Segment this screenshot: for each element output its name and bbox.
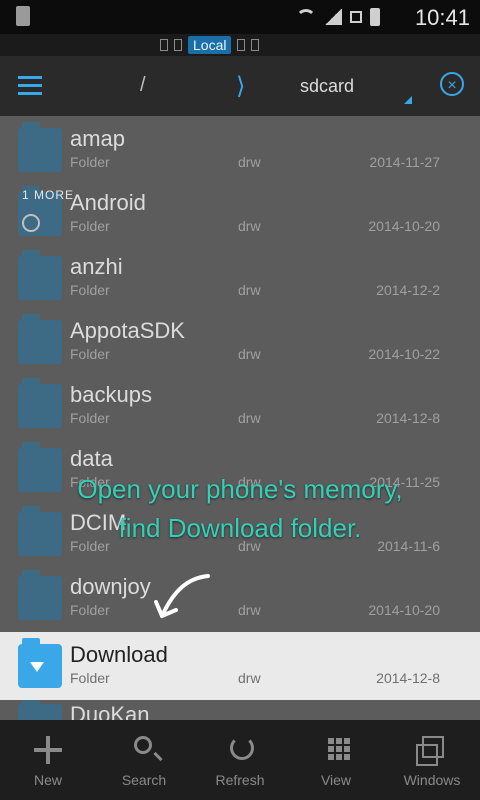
plus-icon (34, 736, 62, 764)
refresh-button[interactable]: Refresh (192, 720, 288, 800)
path-toolbar: / ⟩ sdcard × (0, 56, 480, 118)
folder-icon (18, 250, 62, 300)
file-date: 2014-12-8 (376, 410, 440, 426)
device-icon[interactable] (237, 39, 246, 51)
status-bar: 10:41 (0, 0, 480, 34)
search-button[interactable]: Search (96, 720, 192, 800)
signal-icon (324, 9, 342, 25)
file-row[interactable]: amap Folder drw 2014-11-27 (0, 116, 480, 180)
new-label: New (33, 772, 62, 788)
status-time: 10:41 (414, 5, 470, 30)
file-date: 2014-10-22 (368, 346, 440, 362)
side-label: 1 MORE (22, 188, 75, 202)
hint-line-2: find Download folder. (118, 513, 362, 543)
close-icon[interactable]: × (440, 72, 464, 96)
file-date: 2014-11-27 (369, 154, 440, 170)
file-name: Download (70, 642, 168, 667)
location-local-tab[interactable]: Local (188, 36, 232, 54)
folder-icon (18, 570, 62, 620)
menu-icon[interactable] (18, 76, 42, 95)
windows-label: Windows (403, 772, 461, 788)
windows-icon (416, 736, 444, 766)
file-type: Folder (70, 282, 110, 298)
search-label: Search (121, 772, 167, 788)
file-name: downjoy (70, 574, 151, 599)
path-separator: ⟩ (236, 73, 246, 100)
file-row[interactable]: backups Folder drw 2014-12-8 (0, 372, 480, 436)
file-name: DuoKan (70, 702, 150, 720)
folder-icon (18, 314, 62, 364)
download-arrow-icon (30, 662, 44, 672)
network-icon[interactable] (251, 39, 260, 51)
current-path[interactable]: sdcard (300, 76, 354, 97)
file-date: 2014-10-20 (368, 602, 440, 618)
download-folder-row[interactable]: Download Folder drw 2014-12-8 (0, 632, 480, 700)
refresh-label: Refresh (215, 772, 265, 788)
file-name: AppotaSDK (70, 318, 185, 343)
folder-icon (18, 378, 62, 428)
file-permission: drw (238, 154, 261, 170)
file-date: 2014-12-8 (376, 670, 440, 686)
file-name: data (70, 446, 113, 471)
location-switcher[interactable]: Local (160, 36, 260, 54)
file-type: Folder (70, 154, 110, 170)
file-type: Folder (70, 218, 110, 234)
refresh-icon (230, 736, 254, 760)
hint-arrow-icon (154, 574, 210, 618)
file-row[interactable]: AppotaSDK Folder drw 2014-10-22 (0, 308, 480, 372)
file-name: Android (70, 190, 146, 215)
file-date: 2014-12-2 (376, 282, 440, 298)
file-type: Folder (70, 410, 110, 426)
windows-button[interactable]: Windows (384, 720, 480, 800)
file-type: Folder (70, 602, 110, 618)
file-type: Folder (70, 670, 110, 686)
file-permission: drw (238, 670, 261, 686)
file-type: Folder (70, 346, 110, 362)
file-row[interactable]: anzhi Folder drw 2014-12-2 (0, 244, 480, 308)
search-icon (134, 736, 152, 754)
tutorial-hint: Open your phone's memory, find Download … (0, 474, 480, 544)
view-button[interactable]: View (288, 720, 384, 800)
file-permission: drw (238, 410, 261, 426)
file-date: 2014-10-20 (368, 218, 440, 234)
folder-icon (18, 122, 62, 172)
status-icons (296, 8, 380, 26)
file-permission: drw (238, 218, 261, 234)
file-permission: drw (238, 602, 261, 618)
file-row[interactable]: downjoy Folder drw 2014-10-20 (0, 564, 480, 628)
file-permission: drw (238, 346, 261, 362)
hint-line-1: Open your phone's memory, (77, 474, 403, 504)
bottom-action-bar: New Search Refresh View Windows (0, 720, 480, 800)
file-name: amap (70, 126, 126, 151)
file-permission: drw (238, 282, 261, 298)
storage-icon[interactable] (160, 39, 168, 51)
file-name: anzhi (70, 254, 123, 279)
file-list: amap Folder drw 2014-11-27 Android Folder drw 2… (0, 116, 480, 720)
battery-icon (370, 8, 380, 26)
file-name: backups (70, 382, 152, 407)
gear-icon (22, 214, 40, 232)
folder-icon (18, 698, 62, 720)
root-path[interactable]: / (140, 74, 146, 97)
wifi-icon (296, 9, 316, 25)
sim-card-icon (16, 6, 30, 26)
phone-icon[interactable] (174, 39, 182, 51)
path-dropdown-icon[interactable] (404, 96, 412, 104)
location-bar: Local (0, 34, 480, 56)
new-button[interactable]: New (0, 720, 96, 800)
grid-icon (328, 738, 350, 760)
view-label: View (320, 772, 352, 788)
lock-icon (350, 11, 362, 23)
